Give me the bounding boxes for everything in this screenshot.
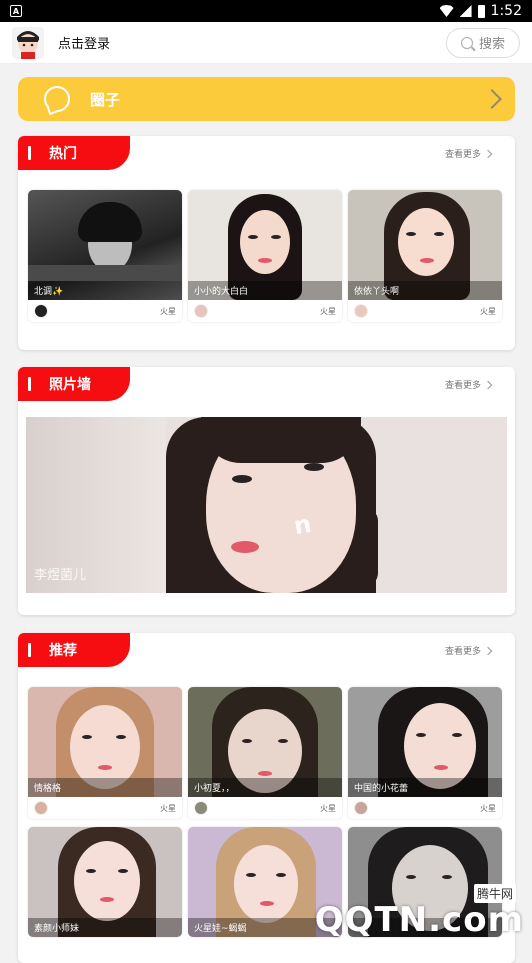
recommend-tag: 推荐 (18, 633, 130, 667)
login-link[interactable]: 点击登录 (58, 33, 110, 52)
search-button[interactable]: 搜索 (446, 28, 520, 58)
watermark: 腾牛网 QQTN.com (315, 900, 524, 940)
status-time: 1:52 (491, 3, 522, 19)
hot-section-tag: 热门 (18, 136, 130, 170)
status-icons: 1:52 (440, 3, 522, 19)
item-source: 火星 (160, 306, 176, 317)
photo-wall-see-more-link[interactable]: 查看更多 (445, 378, 491, 391)
chevron-right-icon (482, 89, 502, 109)
chat-bubble-icon (44, 86, 70, 112)
wifi-icon (440, 5, 454, 17)
circle-title: 圈子 (90, 89, 120, 110)
recommend-item[interactable]: 中国的小花蕾 火星 (348, 687, 502, 819)
see-more-label: 查看更多 (445, 147, 481, 160)
item-source: 火星 (480, 803, 496, 814)
tag-bar-icon (28, 643, 31, 657)
recommend-see-more-link[interactable]: 查看更多 (445, 644, 491, 657)
tag-bar-icon (28, 377, 31, 391)
see-more-label: 查看更多 (445, 378, 481, 391)
recommend-item[interactable]: 素颜小师妹 (28, 827, 182, 937)
avatar (34, 304, 48, 318)
item-name: 小初夏，， (188, 778, 342, 797)
avatar (354, 801, 368, 815)
hot-see-more-link[interactable]: 查看更多 (445, 147, 491, 160)
item-name: 依依丫头啊 (348, 281, 502, 300)
item-name: 素颜小师妹 (28, 918, 182, 937)
item-name: 小小的大白白 (188, 281, 342, 300)
default-avatar-icon (12, 27, 44, 59)
item-name: 北调✨ (28, 281, 182, 300)
search-icon (461, 37, 473, 49)
search-label: 搜索 (479, 33, 505, 52)
item-source: 火星 (160, 803, 176, 814)
battery-icon (478, 5, 485, 18)
circle-banner[interactable]: 圈子 (18, 77, 515, 121)
photo-thumbnail: 小小的大白白 (188, 190, 342, 300)
photo-thumbnail: 小初夏，， (188, 687, 342, 797)
watermark-logo: QQTN.com (315, 900, 524, 940)
item-name: 情格格 (28, 778, 182, 797)
photo-thumbnail: 北调✨ (28, 190, 182, 300)
hot-item[interactable]: 小小的大白白 火星 (188, 190, 342, 322)
item-source: 火星 (320, 803, 336, 814)
signal-icon (460, 5, 472, 17)
photo-thumbnail: 中国的小花蕾 (348, 687, 502, 797)
hot-section-title: 热门 (49, 143, 77, 163)
recommend-item[interactable]: 情格格 火星 (28, 687, 182, 819)
tag-bar-icon (28, 146, 31, 160)
avatar (194, 304, 208, 318)
chevron-right-icon (484, 149, 492, 157)
top-header: 点击登录 搜索 (0, 22, 532, 64)
status-bar: A 1:52 (0, 0, 532, 22)
recommend-title: 推荐 (49, 640, 77, 660)
avatar (34, 801, 48, 815)
photo-wall-tag: 照片墙 (18, 367, 130, 401)
photo-wall-section: 照片墙 查看更多 n 李煜菌儿 (18, 367, 515, 615)
photo-thumbnail: 情格格 (28, 687, 182, 797)
hot-item[interactable]: 依依丫头啊 火星 (348, 190, 502, 322)
hot-item[interactable]: 北调✨ 火星 (28, 190, 182, 322)
item-source: 火星 (480, 306, 496, 317)
item-source: 火星 (320, 306, 336, 317)
recommend-item[interactable]: 小初夏，， 火星 (188, 687, 342, 819)
chevron-right-icon (484, 380, 492, 388)
avatar (354, 304, 368, 318)
app-notification-icon: A (10, 5, 22, 17)
see-more-label: 查看更多 (445, 644, 481, 657)
photo-caption: 李煜菌儿 (34, 564, 86, 583)
hot-section: 热门 查看更多 北调✨ 火星 小小的大白 (18, 136, 515, 350)
avatar (194, 801, 208, 815)
photo-thumbnail: 依依丫头啊 (348, 190, 502, 300)
chevron-right-icon (484, 646, 492, 654)
item-name: 中国的小花蕾 (348, 778, 502, 797)
photo-thumbnail: 素颜小师妹 (28, 827, 182, 937)
photo-wall-title: 照片墙 (49, 374, 91, 394)
photo-wall-image[interactable]: n 李煜菌儿 (26, 417, 507, 593)
user-avatar[interactable] (12, 27, 44, 59)
watermark-cn: 腾牛网 (474, 884, 516, 903)
